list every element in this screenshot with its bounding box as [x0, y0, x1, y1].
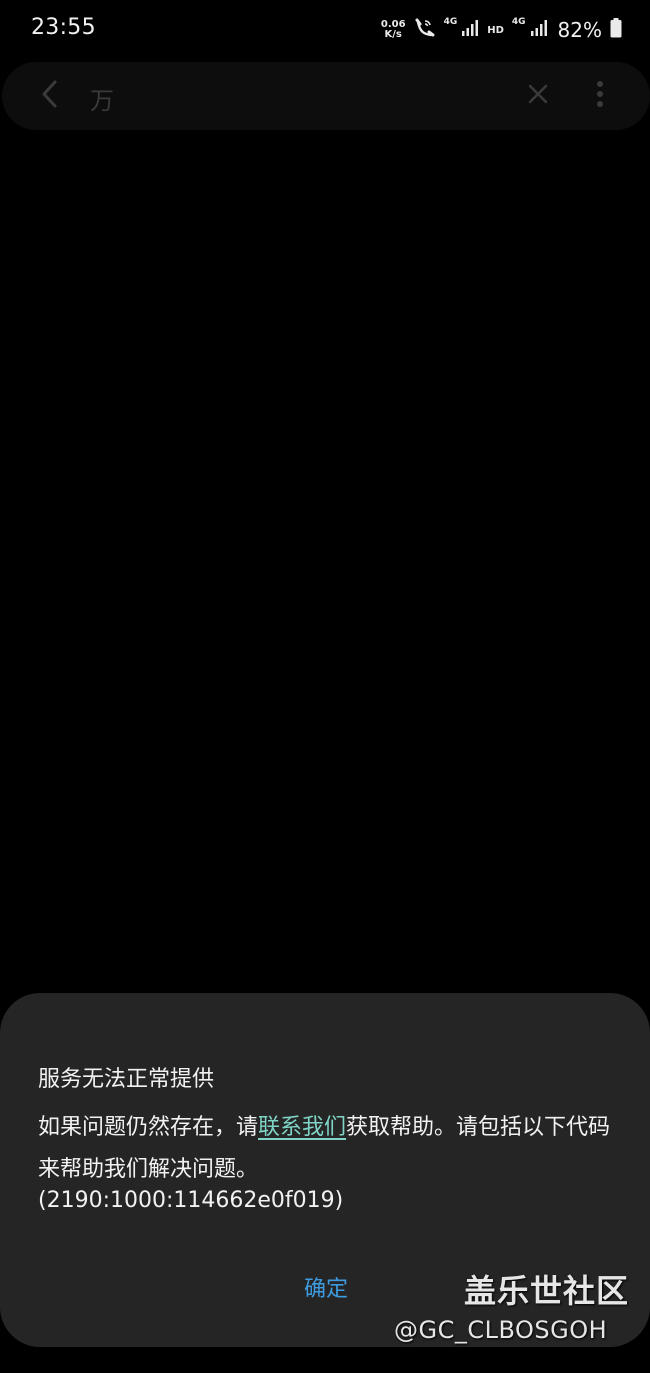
wifi-calling-icon — [414, 18, 436, 42]
watermark-title: 盖乐世社区 — [464, 1272, 630, 1310]
sim1-network-label: 4G — [443, 17, 458, 27]
error-code: (2190:1000:114662e0f019) — [38, 1188, 344, 1213]
dialog-message-before-link: 如果问题仍然存在，请 — [38, 1115, 259, 1140]
sim2-network-label: 4G — [511, 17, 526, 27]
signal-sim1-icon — [461, 19, 479, 41]
status-bar: 23:55 0.06 K/s 4G HD 4G 82% — [0, 0, 650, 60]
network-speed: 0.06 K/s — [381, 20, 406, 40]
chevron-left-icon — [40, 79, 60, 113]
back-button[interactable] — [32, 78, 68, 114]
screen: 23:55 0.06 K/s 4G HD 4G 82% 万 服务无法正常提供 如… — [0, 0, 650, 1373]
search-input[interactable]: 万 — [90, 81, 114, 116]
more-options-button[interactable] — [586, 78, 614, 114]
contact-us-link[interactable]: 联系我们 — [258, 1115, 346, 1140]
clear-search-button[interactable] — [522, 80, 554, 112]
status-time: 23:55 — [31, 15, 96, 40]
battery-percent: 82% — [557, 18, 602, 42]
network-speed-unit: K/s — [384, 29, 402, 40]
dialog-title: 服务无法正常提供 — [38, 1067, 215, 1092]
close-icon — [527, 83, 549, 109]
battery-icon — [610, 18, 622, 42]
search-bar: 万 — [2, 62, 650, 130]
dialog-message: 如果问题仍然存在，请联系我们获取帮助。请包括以下代码来帮助我们解决问题。 — [38, 1107, 618, 1191]
confirm-button[interactable]: 确定 — [280, 1265, 372, 1309]
signal-sim2-icon — [530, 19, 548, 41]
status-icons: 0.06 K/s 4G HD 4G 82% — [381, 14, 622, 46]
more-vertical-icon — [596, 80, 604, 112]
watermark-handle: @GC_CLBOSGOH — [394, 1316, 608, 1344]
hd-voice-label: HD — [487, 24, 504, 36]
